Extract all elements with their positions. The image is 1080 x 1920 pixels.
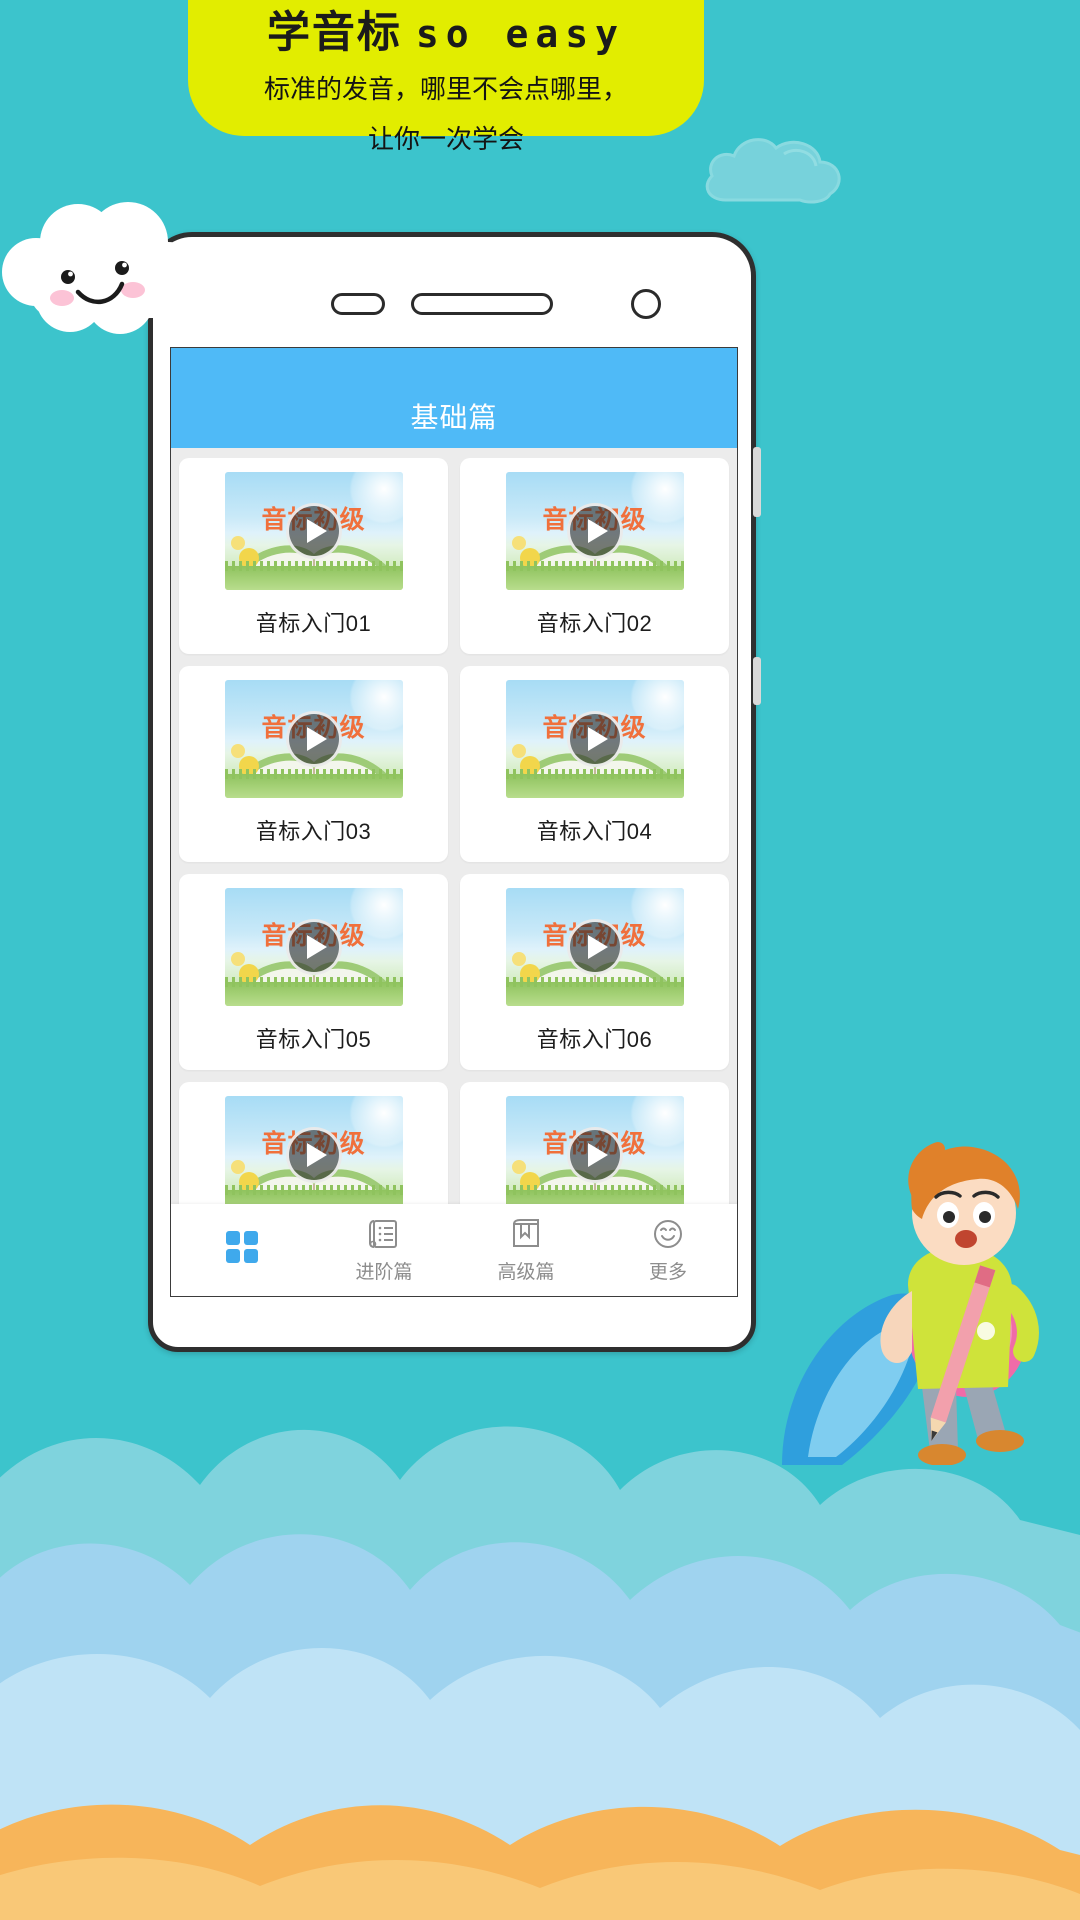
grass-icon <box>224 977 403 1006</box>
flower-icon <box>511 536 526 550</box>
list-document-icon <box>369 1219 397 1248</box>
promo-banner: 学音标 so easy 标准的发音，哪里不会点哪里， 让你一次学会 <box>188 0 704 154</box>
phone-screen: 基础篇 音标初级 音标入门01 <box>170 347 738 1297</box>
page-title: 基础篇 <box>410 402 498 433</box>
video-thumbnail: 音标初级 <box>224 888 403 1006</box>
video-card[interactable]: 音标初级 音标入门06 <box>460 874 729 1070</box>
book-icon <box>513 1218 539 1247</box>
banner-subtitle-line2: 让你一次学会 <box>367 124 524 154</box>
video-thumbnail: 音标初级 <box>505 888 684 1006</box>
play-button-icon[interactable] <box>566 503 623 559</box>
video-title: 音标入门04 <box>536 819 653 844</box>
play-button-icon[interactable] <box>566 711 623 767</box>
bottom-tabbar: 进阶篇 高级篇 更多 <box>171 1204 737 1296</box>
tab-label: 更多 <box>648 1261 687 1283</box>
flower-icon <box>230 744 245 758</box>
phone-volume-button[interactable] <box>753 447 761 517</box>
grass-icon <box>224 561 403 590</box>
video-card[interactable]: 音标初级 音标入门01 <box>179 458 448 654</box>
flower-icon <box>511 1160 526 1174</box>
tab-more[interactable]: 更多 <box>597 1217 737 1284</box>
earpiece-small-icon <box>331 293 385 315</box>
banner-title-cn: 学音标 <box>266 9 402 57</box>
tab-label: 高级篇 <box>497 1261 555 1283</box>
smiley-face-icon <box>654 1219 682 1248</box>
grass-icon <box>505 769 684 798</box>
video-grid: 音标初级 音标入门01 音标初级 <box>171 448 737 1246</box>
play-button-icon[interactable] <box>566 919 623 975</box>
grid-icon <box>226 1231 258 1263</box>
tab-label: 进阶篇 <box>355 1261 413 1283</box>
video-thumbnail: 音标初级 <box>224 472 403 590</box>
grass-icon <box>505 977 684 1006</box>
video-title: 音标入门03 <box>255 819 372 844</box>
front-camera-icon <box>631 289 661 319</box>
video-thumbnail: 音标初级 <box>505 472 684 590</box>
student-with-pencil-icon <box>782 1142 1039 1465</box>
play-button-icon[interactable] <box>285 1127 342 1183</box>
video-title: 音标入门01 <box>255 611 372 636</box>
video-thumbnail: 音标初级 <box>505 1096 684 1214</box>
banner-title: 学音标 so easy <box>188 6 704 61</box>
banner-title-en: so easy <box>415 12 626 56</box>
video-title: 音标入门05 <box>255 1027 372 1052</box>
smiling-cloud-icon <box>2 202 202 334</box>
video-card[interactable]: 音标初级 音标入门04 <box>460 666 729 862</box>
cloud-outline-icon <box>705 138 841 204</box>
phone-top-bezel <box>153 237 751 347</box>
phone-power-button[interactable] <box>753 657 761 705</box>
play-button-icon[interactable] <box>566 1127 623 1183</box>
flower-icon <box>511 744 526 758</box>
flower-icon <box>230 1160 245 1174</box>
tab-basics[interactable] <box>171 1231 313 1269</box>
video-thumbnail: 音标初级 <box>224 1096 403 1214</box>
flower-icon <box>230 952 245 966</box>
video-thumbnail: 音标初级 <box>505 680 684 798</box>
play-button-icon[interactable] <box>285 919 342 975</box>
flower-icon <box>511 952 526 966</box>
play-button-icon[interactable] <box>285 711 342 767</box>
tab-intermediate[interactable]: 进阶篇 <box>313 1217 455 1284</box>
grass-icon <box>224 769 403 798</box>
banner-subtitle-line1: 标准的发音，哪里不会点哪里， <box>263 74 628 104</box>
app-header: 基础篇 <box>171 348 737 448</box>
video-card[interactable]: 音标初级 音标入门02 <box>460 458 729 654</box>
video-card[interactable]: 音标初级 音标入门03 <box>179 666 448 862</box>
grass-icon <box>505 561 684 590</box>
video-thumbnail: 音标初级 <box>224 680 403 798</box>
tab-advanced[interactable]: 高级篇 <box>455 1217 597 1284</box>
phone-mockup: 基础篇 音标初级 音标入门01 <box>148 232 761 1352</box>
earpiece-long-icon <box>411 293 553 315</box>
video-title: 音标入门06 <box>536 1027 653 1052</box>
play-button-icon[interactable] <box>285 503 342 559</box>
video-card[interactable]: 音标初级 音标入门05 <box>179 874 448 1070</box>
video-title: 音标入门02 <box>536 611 653 636</box>
flower-icon <box>230 536 245 550</box>
